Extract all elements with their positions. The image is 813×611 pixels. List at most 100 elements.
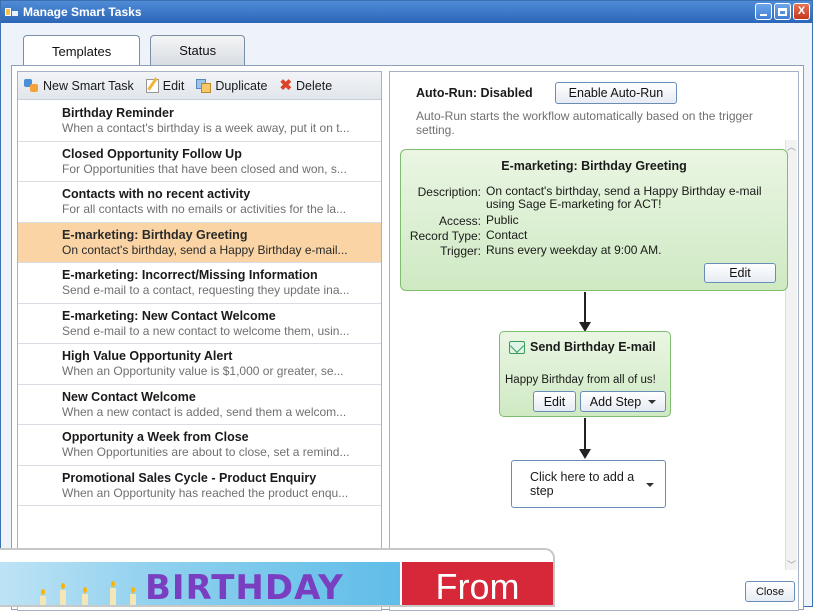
new-smart-task-label: New Smart Task xyxy=(43,78,134,93)
description-value: On contact's birthday, send a Happy Birt… xyxy=(486,184,762,211)
email-icon xyxy=(509,340,525,354)
chevron-down-icon xyxy=(646,483,654,487)
duplicate-icon xyxy=(196,78,212,93)
item-title: High Value Opportunity Alert xyxy=(62,349,233,363)
item-description: On contact's birthday, send a Happy Birt… xyxy=(62,242,348,257)
item-description: When Opportunities are about to close, s… xyxy=(62,445,350,459)
description-row: Description: On contact's birthday, send… xyxy=(401,185,771,211)
workflow-pane: Auto-Run: Disabled Enable Auto-Run Auto-… xyxy=(389,71,799,611)
edit-trigger-button[interactable]: Edit xyxy=(704,263,776,283)
enable-autorun-button[interactable]: Enable Auto-Run xyxy=(554,82,678,104)
autorun-description: Auto-Run starts the workflow automatical… xyxy=(416,109,753,137)
trigger-row: Trigger: Runs every weekday at 9:00 AM. xyxy=(401,243,771,259)
add-step-button[interactable]: Add Step xyxy=(580,391,666,412)
trigger-node: E-marketing: Birthday Greeting Descripti… xyxy=(400,149,788,291)
item-description: Send e-mail to a new contact to welcome … xyxy=(62,323,350,338)
add-step-label: Add Step xyxy=(589,394,642,409)
record-type-row: Record Type: Contact xyxy=(401,228,771,244)
connector-line xyxy=(584,292,586,326)
close-icon: X xyxy=(797,5,806,17)
item-title: Opportunity a Week from Close xyxy=(62,430,249,444)
list-item[interactable]: Contacts with no recent activity For all … xyxy=(18,182,381,223)
item-description: When an Opportunity has reached the prod… xyxy=(62,485,349,500)
chevron-down-icon xyxy=(648,399,657,404)
list-item[interactable]: New Contact Welcome When a new contact is… xyxy=(18,385,381,425)
template-list: Birthday Reminder When a contact's birthd… xyxy=(18,101,381,506)
trigger-value: Runs every weekday at 9:00 AM. xyxy=(486,243,662,257)
tab-strip: Templates Status xyxy=(23,35,246,66)
scroll-down-icon[interactable]: ﹀ xyxy=(786,558,797,570)
autorun-status: Auto-Run: Disabled xyxy=(416,86,533,100)
item-title: Contacts with no recent activity xyxy=(62,187,251,201)
templates-pane: New Smart Task Edit Duplicate ✖ Delete B… xyxy=(17,71,382,611)
candles-image xyxy=(30,568,140,605)
item-title: New Contact Welcome xyxy=(62,389,196,404)
item-description: For all contacts with no emails or activ… xyxy=(62,202,347,216)
maximize-icon xyxy=(778,7,787,16)
item-title: E-marketing: Birthday Greeting xyxy=(62,227,248,242)
window-title: Manage Smart Tasks xyxy=(23,5,142,19)
step-title: Send Birthday E-mail xyxy=(509,340,656,354)
list-item[interactable]: Promotional Sales Cycle - Product Enquir… xyxy=(18,466,381,506)
templates-toolbar: New Smart Task Edit Duplicate ✖ Delete xyxy=(18,72,381,100)
delete-button[interactable]: ✖ Delete xyxy=(279,78,332,93)
promo-banner[interactable]: BIRTHDAY From xyxy=(0,548,555,607)
step-message: Happy Birthday from all of us! xyxy=(505,374,656,386)
duplicate-label: Duplicate xyxy=(215,78,268,93)
record-type-value: Contact xyxy=(486,228,528,242)
access-label: Access: xyxy=(438,214,481,228)
item-title: E-marketing: Incorrect/Missing Informati… xyxy=(62,268,318,282)
list-item[interactable]: Closed Opportunity Follow Up For Opportun… xyxy=(18,142,381,182)
edit-step-button[interactable]: Edit xyxy=(533,391,576,412)
description-label: Description: xyxy=(417,185,481,199)
duplicate-button[interactable]: Duplicate xyxy=(196,78,268,93)
tab-status[interactable]: Status xyxy=(150,35,246,65)
item-title: Closed Opportunity Follow Up xyxy=(62,146,242,161)
new-smart-task-button[interactable]: New Smart Task xyxy=(24,78,134,93)
tab-templates[interactable]: Templates xyxy=(23,35,141,66)
minimize-icon xyxy=(760,14,767,16)
list-item[interactable]: High Value Opportunity Alert When an Oppo… xyxy=(18,344,381,385)
close-window-button[interactable]: X xyxy=(793,3,810,20)
record-type-label: Record Type: xyxy=(409,229,481,243)
minimize-button[interactable] xyxy=(755,3,772,20)
send-email-step: Send Birthday E-mail Happy Birthday from… xyxy=(499,331,671,417)
item-title: Promotional Sales Cycle - Product Enquir… xyxy=(62,470,317,485)
scroll-up-icon[interactable]: ︿ xyxy=(786,140,797,152)
item-description: Send e-mail to a contact, requesting the… xyxy=(62,283,350,297)
close-button[interactable]: Close xyxy=(745,581,795,602)
access-value: Public xyxy=(486,213,519,227)
edit-button[interactable]: Edit xyxy=(145,78,185,93)
app-icon xyxy=(5,6,19,18)
autorun-row: Auto-Run: Disabled Enable Auto-Run xyxy=(416,82,678,104)
item-title: E-marketing: New Contact Welcome xyxy=(62,308,276,323)
arrow-down-icon xyxy=(579,449,591,459)
item-description: When a contact's birthday is a week away… xyxy=(62,121,350,135)
item-title: Birthday Reminder xyxy=(62,106,174,120)
list-item[interactable]: E-marketing: New Contact Welcome Send e-m… xyxy=(18,304,381,344)
edit-label: Edit xyxy=(162,78,185,93)
smart-tasks-window: Manage Smart Tasks X Templates Status Ne… xyxy=(0,0,813,611)
item-description: For Opportunities that have been closed … xyxy=(62,161,347,176)
list-item[interactable]: Opportunity a Week from Close When Opport… xyxy=(18,425,381,466)
trigger-label: Trigger: xyxy=(440,244,481,258)
edit-icon xyxy=(145,78,159,93)
list-item[interactable]: E-marketing: Incorrect/Missing Informati… xyxy=(18,263,381,304)
add-step-dropdown[interactable]: Click here to add a step xyxy=(511,460,666,508)
title-bar: Manage Smart Tasks X xyxy=(1,1,812,23)
item-description: When a new contact is added, send them a… xyxy=(62,404,347,419)
connector-line xyxy=(584,418,586,452)
window-controls: X xyxy=(755,3,810,20)
list-item[interactable]: Birthday Reminder When a contact's birthd… xyxy=(18,101,381,142)
new-task-icon xyxy=(24,78,39,93)
add-step-prompt: Click here to add a step xyxy=(530,470,635,498)
item-description: When an Opportunity value is $1,000 or g… xyxy=(62,364,344,378)
delete-icon: ✖ xyxy=(279,77,293,94)
trigger-title: E-marketing: Birthday Greeting xyxy=(501,159,687,173)
access-row: Access: Public xyxy=(401,213,771,229)
maximize-button[interactable] xyxy=(774,3,791,20)
banner-letters: BIRTHDAY xyxy=(145,568,344,607)
list-item-selected[interactable]: E-marketing: Birthday Greeting On contact… xyxy=(18,222,381,263)
delete-label: Delete xyxy=(296,78,333,93)
banner-red-text: From xyxy=(402,562,553,605)
